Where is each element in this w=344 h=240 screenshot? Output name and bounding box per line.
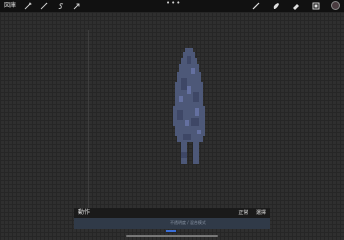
layers-icon[interactable] bbox=[312, 2, 320, 10]
select-option-label[interactable]: 選擇 bbox=[256, 210, 266, 216]
top-toolbar: 図庫 ••• bbox=[0, 0, 344, 12]
selection-indicator bbox=[166, 230, 176, 232]
eraser-icon[interactable] bbox=[292, 2, 300, 10]
magic-wand-icon[interactable] bbox=[40, 2, 48, 10]
smudge-icon[interactable] bbox=[272, 2, 280, 10]
adjust-s-icon[interactable] bbox=[57, 2, 65, 10]
more-options-icon[interactable]: ••• bbox=[166, 0, 181, 7]
wrench-icon[interactable] bbox=[24, 2, 32, 10]
move-arrow-icon[interactable] bbox=[73, 2, 81, 10]
brush-icon[interactable] bbox=[252, 2, 260, 10]
gallery-button[interactable]: 図庫 bbox=[4, 2, 16, 10]
layer-strip[interactable]: 不透明度 / 混合模式 bbox=[74, 218, 270, 229]
color-picker-button[interactable] bbox=[331, 1, 340, 10]
blend-mode-label[interactable]: 正常 bbox=[238, 210, 248, 216]
pixel-art-sprite bbox=[173, 48, 205, 164]
layer-panel: 動作 正常 選擇 bbox=[74, 208, 270, 218]
strip-hint-text: 不透明度 / 混合模式 bbox=[170, 220, 206, 225]
home-indicator[interactable] bbox=[126, 235, 218, 237]
layer-panel-title: 動作 bbox=[78, 209, 91, 216]
canvas-guide-line bbox=[88, 30, 89, 212]
